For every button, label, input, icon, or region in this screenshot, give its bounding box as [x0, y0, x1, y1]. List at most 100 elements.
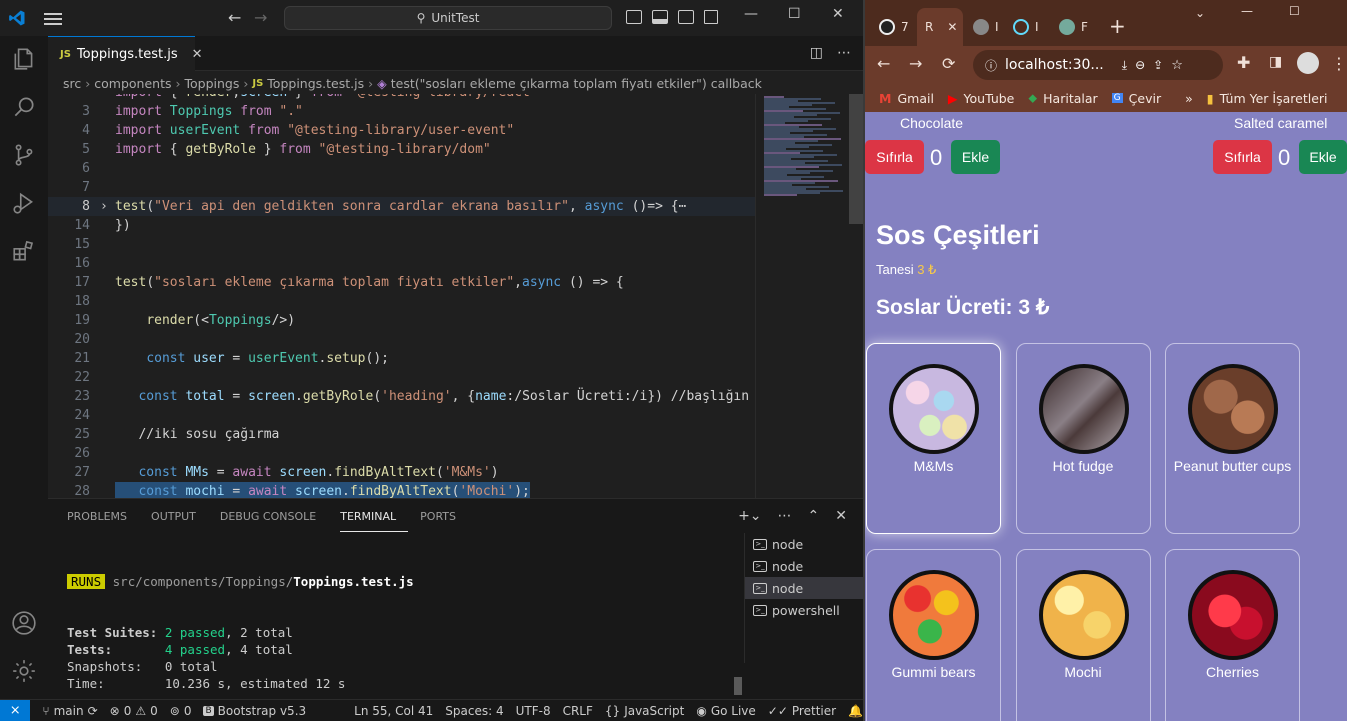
terminal-item[interactable]: >_ node	[745, 555, 863, 577]
problems-status[interactable]: ⊗ 0 ⚠ 0	[110, 704, 158, 718]
code-line[interactable]: 22	[48, 368, 755, 387]
browser-tab[interactable]: I	[1005, 8, 1049, 46]
topping-card[interactable]: Peanut butter cups	[1165, 343, 1300, 534]
close-icon[interactable]: ✕	[947, 20, 957, 34]
site-info-icon[interactable]: ⓘ	[985, 57, 997, 74]
tab-search-icon[interactable]: ⌄	[1195, 6, 1205, 20]
breadcrumb-item[interactable]: components	[94, 76, 171, 91]
remote-icon[interactable]: ⨯	[0, 699, 31, 721]
toggle-panel-icon[interactable]	[652, 10, 668, 24]
close-panel-icon[interactable]: ✕	[835, 508, 847, 524]
add-button-salted-caramel[interactable]: Ekle	[1299, 140, 1347, 174]
peanut-butter-cups-icon[interactable]	[1188, 364, 1278, 454]
terminal-output[interactable]: RUNS src/components/Toppings/Toppings.te…	[67, 573, 414, 692]
terminal-scrollbar[interactable]	[734, 677, 742, 695]
tab-toppings-test[interactable]: JS Toppings.test.js ✕	[48, 36, 203, 72]
language-status[interactable]: {} JavaScript	[605, 704, 684, 718]
avatar[interactable]	[1297, 52, 1319, 74]
hot-fudge-icon[interactable]	[1038, 364, 1129, 454]
bookmark-star-icon[interactable]: ☆	[1171, 58, 1183, 73]
maximize-icon[interactable]: ☐	[788, 6, 801, 22]
new-tab-icon[interactable]: +	[1109, 14, 1126, 38]
code-line[interactable]: 14})	[48, 216, 755, 235]
forward-arrow-icon[interactable]: →	[909, 54, 922, 73]
chrome-menu-icon[interactable]: ⋮	[1331, 54, 1347, 73]
code-line[interactable]: 15	[48, 235, 755, 254]
maximize-icon[interactable]: ☐	[1289, 4, 1300, 18]
bookmark-translate[interactable]: G Çevir	[1111, 91, 1161, 106]
code-line[interactable]: 18	[48, 292, 755, 311]
browser-tab[interactable]: F	[1051, 8, 1095, 46]
editor-scrollbar-thumb[interactable]	[849, 94, 863, 224]
ports-status[interactable]: ⊚ 0	[170, 704, 192, 718]
code-line[interactable]: 20	[48, 330, 755, 349]
code-line[interactable]: 3 import Toppings from "."	[48, 102, 755, 121]
reset-button-chocolate[interactable]: Sıfırla	[865, 140, 924, 174]
new-terminal-icon[interactable]: +⌄	[738, 508, 761, 524]
run-debug-icon[interactable]	[11, 190, 37, 216]
menu-icon[interactable]	[44, 10, 62, 26]
code-line[interactable]: 7	[48, 178, 755, 197]
side-panel-icon[interactable]: ◨	[1269, 54, 1282, 70]
breadcrumb-item[interactable]: test("sosları ekleme çıkarma toplam fiya…	[391, 76, 762, 91]
code-line[interactable]: 19 render(<Toppings/>)	[48, 311, 755, 330]
indentation-status[interactable]: Spaces: 4	[445, 704, 503, 718]
reset-button-salted-caramel[interactable]: Sıfırla	[1213, 140, 1272, 174]
code-line[interactable]: 6	[48, 159, 755, 178]
cherries-icon[interactable]	[1188, 570, 1278, 660]
topping-card[interactable]: M&Ms	[866, 343, 1001, 534]
code-line[interactable]: 26	[48, 444, 755, 463]
bookmark-youtube[interactable]: ▶ YouTube	[948, 91, 1014, 106]
code-editor[interactable]: import { render,screen } from "@testing-…	[48, 94, 755, 498]
code-line[interactable]: 8 › test("Veri api den geldikten sonra car…	[48, 197, 755, 216]
code-line[interactable]: 25 //iki sosu çağırma	[48, 425, 755, 444]
browser-tab-active[interactable]: R ✕	[917, 8, 963, 46]
branch-status[interactable]: ⑂ main ⟳	[42, 704, 97, 718]
cursor-position[interactable]: Ln 55, Col 41	[354, 704, 433, 718]
tab-terminal[interactable]: TERMINAL	[340, 510, 409, 532]
command-center[interactable]: ⚲ UnitTest	[284, 6, 612, 30]
toggle-primary-sidebar-icon[interactable]	[626, 10, 642, 24]
minimize-icon[interactable]: —	[744, 6, 758, 22]
zoom-icon[interactable]: ⊖	[1135, 58, 1145, 72]
bookmark-gmail[interactable]: M Gmail	[879, 91, 934, 106]
bookmarks-overflow[interactable]: »	[1185, 91, 1193, 106]
code-line[interactable]: 24	[48, 406, 755, 425]
minimize-icon[interactable]: —	[1241, 4, 1253, 18]
prettier-status[interactable]: ✓✓ Prettier	[768, 704, 836, 718]
code-line[interactable]: import { render,screen } from "@testing-…	[48, 94, 755, 102]
close-icon[interactable]: ✕	[192, 47, 203, 62]
breadcrumb-item[interactable]: Toppings.test.js	[267, 76, 364, 91]
code-line[interactable]: 23 const total = screen.getByRole('headi…	[48, 387, 755, 406]
fold-chevron-icon[interactable]: ›	[100, 197, 108, 216]
topping-card[interactable]: Mochi	[1015, 549, 1151, 721]
topping-card[interactable]: Gummi bears	[866, 549, 1001, 721]
code-line[interactable]: 4 import userEvent from "@testing-library…	[48, 121, 755, 140]
browser-tab[interactable]: 7	[871, 8, 917, 46]
reload-icon[interactable]: ⟳	[942, 54, 955, 73]
customize-layout-icon[interactable]	[704, 10, 718, 24]
forward-arrow-icon[interactable]: →	[254, 8, 267, 27]
source-control-icon[interactable]	[11, 142, 37, 168]
terminal-item[interactable]: >_ node	[745, 577, 863, 599]
tab-problems[interactable]: PROBLEMS	[67, 510, 139, 532]
more-actions-icon[interactable]: ⋯	[837, 45, 851, 61]
address-bar[interactable]: ⓘ localhost:30... ⤓ ⊖ ⇪ ☆	[973, 50, 1223, 80]
split-editor-icon[interactable]: ◫	[810, 45, 823, 61]
topping-card[interactable]: Cherries	[1165, 549, 1300, 721]
browser-tab[interactable]: I	[965, 8, 1005, 46]
code-line[interactable]: 17 test("sosları ekleme çıkarma toplam fi…	[48, 273, 755, 292]
add-button-chocolate[interactable]: Ekle	[951, 140, 1000, 174]
tab-debug-console[interactable]: DEBUG CONSOLE	[220, 510, 328, 532]
search-icon[interactable]	[11, 94, 37, 120]
code-line[interactable]: 28 const mochi = await screen.findByAltT…	[48, 482, 755, 498]
bookmark-maps[interactable]: ⬥ Haritalar	[1028, 90, 1097, 106]
go-live-button[interactable]: ◉ Go Live	[696, 704, 755, 718]
more-actions-icon[interactable]: ⋯	[778, 508, 792, 524]
notifications-icon[interactable]: 🔔	[848, 704, 863, 718]
back-arrow-icon[interactable]: ←	[877, 54, 890, 73]
back-arrow-icon[interactable]: ←	[228, 8, 241, 27]
tab-ports[interactable]: PORTS	[420, 510, 468, 532]
mochi-icon[interactable]	[1038, 570, 1129, 660]
minimap[interactable]	[755, 94, 863, 498]
